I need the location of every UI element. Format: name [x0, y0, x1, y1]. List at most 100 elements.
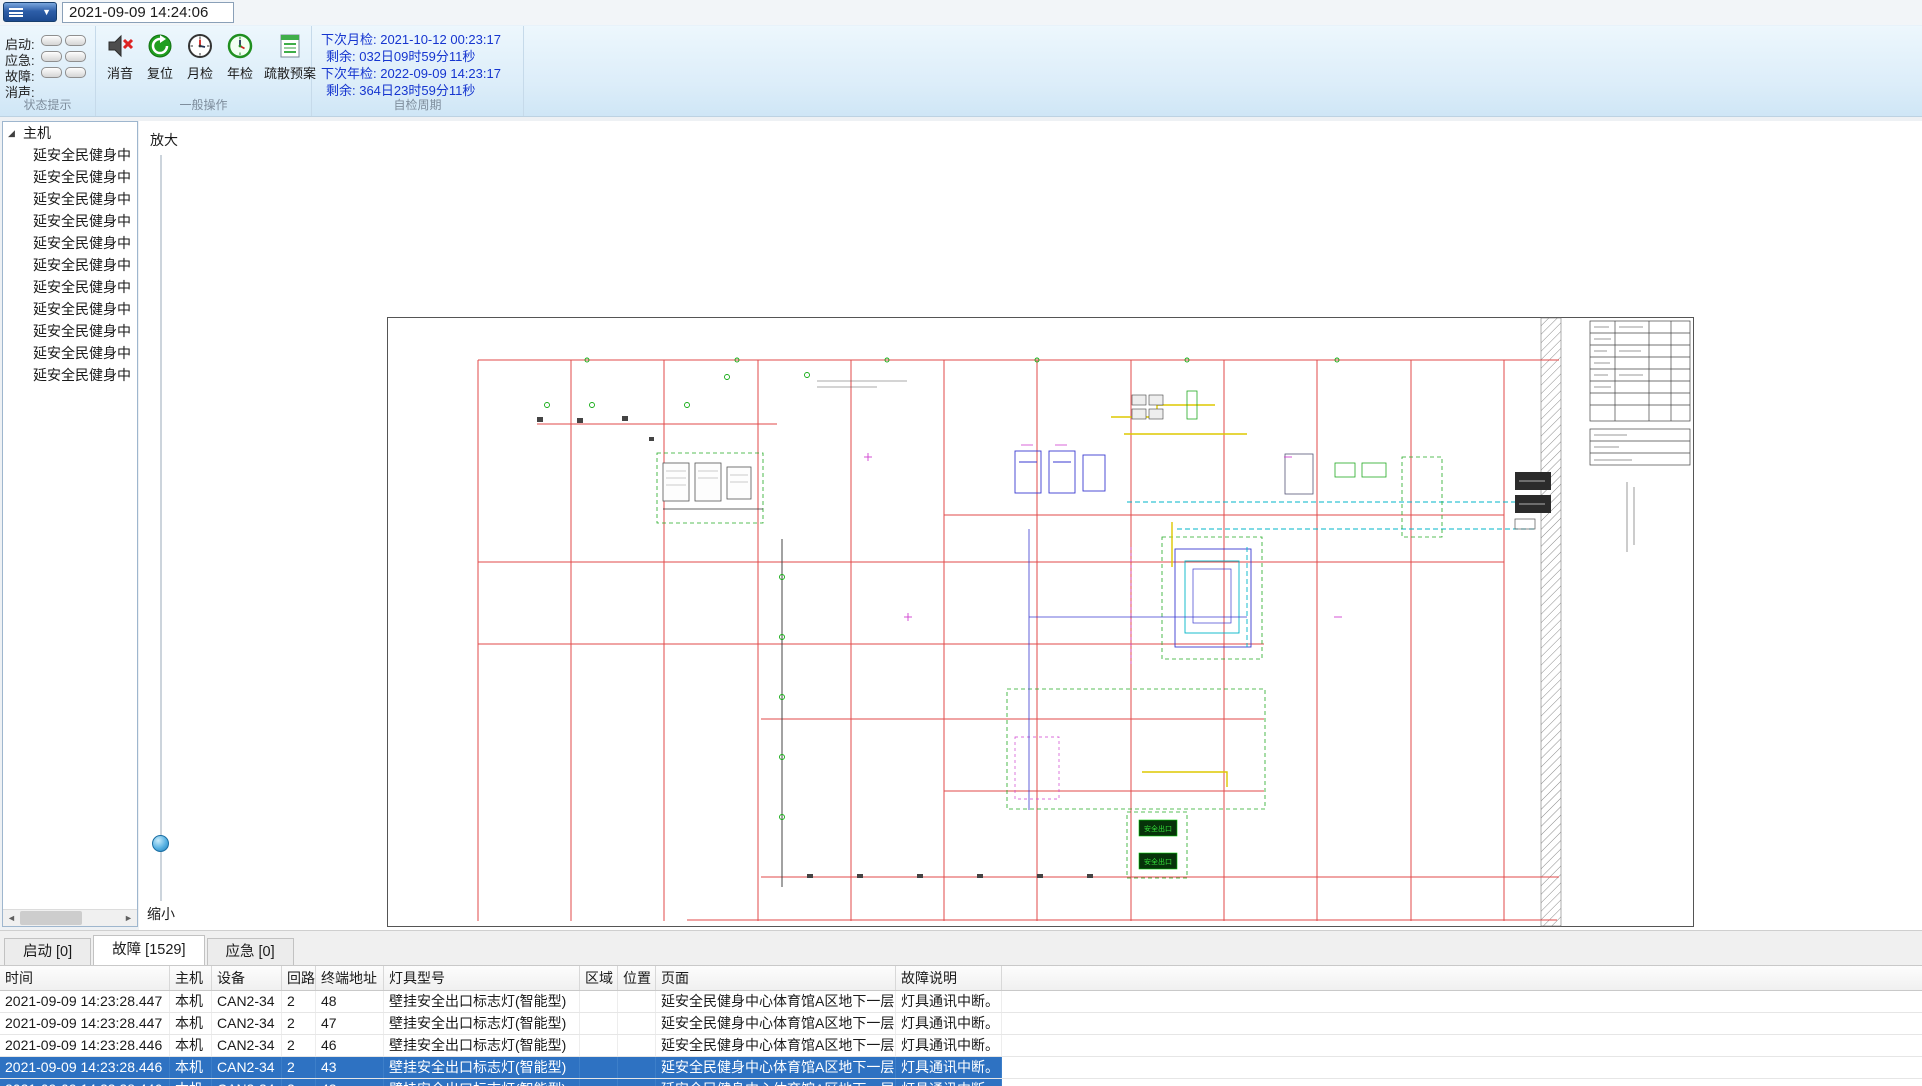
tab-fault[interactable]: 故障 [1529]: [93, 935, 204, 965]
col-terminal-address[interactable]: 终端地址: [316, 966, 384, 990]
cell-page: 延安全民健身中心体育馆A区地下一层: [656, 1013, 896, 1034]
toolbar: 启动: 应急: 故障: 消声: 状态提示: [0, 25, 1922, 117]
tree-item[interactable]: 延安全民健身中: [3, 298, 137, 320]
cell-time: 2021-09-09 14:23:28.446: [0, 1079, 170, 1086]
cell-loop: 2: [282, 1035, 316, 1056]
cell-terminal: 46: [316, 1035, 384, 1056]
cell-fault: 灯具通讯中断。: [896, 1035, 1002, 1056]
tree-item[interactable]: 延安全民健身中: [3, 232, 137, 254]
fault-table-header: 时间 主机 设备 回路 终端地址 灯具型号 区域 位置 页面 故障说明: [0, 965, 1922, 991]
monthly-check-button[interactable]: 月检: [180, 31, 220, 82]
tree-item[interactable]: 延安全民健身中: [3, 342, 137, 364]
cell-area: [580, 1035, 618, 1056]
col-fault-description[interactable]: 故障说明: [896, 966, 1002, 990]
zoom-in-label[interactable]: 放大: [150, 130, 178, 150]
scroll-left-icon[interactable]: ◄: [3, 910, 20, 926]
tree-item[interactable]: 延安全民健身中: [3, 210, 137, 232]
cell-time: 2021-09-09 14:23:28.446: [0, 1057, 170, 1078]
status-row-fault: 故障:: [5, 66, 35, 81]
reset-button-label: 复位: [147, 63, 173, 82]
cell-device: CAN2-34: [212, 1057, 282, 1078]
annual-check-button[interactable]: 年检: [220, 31, 260, 82]
col-area[interactable]: 区域: [580, 966, 618, 990]
cell-loop: 2: [282, 1079, 316, 1086]
tree-horizontal-scrollbar[interactable]: ◄ ►: [3, 909, 137, 926]
cell-area: [580, 991, 618, 1012]
reset-button[interactable]: 复位: [140, 31, 180, 82]
cell-device: CAN2-34: [212, 991, 282, 1012]
cell-fault: 灯具通讯中断。: [896, 991, 1002, 1012]
cell-position: [618, 1035, 656, 1056]
fault-row[interactable]: 2021-09-09 14:23:28.447本机CAN2-34248壁挂安全出…: [0, 991, 1922, 1013]
col-device[interactable]: 设备: [212, 966, 282, 990]
tree-item[interactable]: 延安全民健身中: [3, 144, 137, 166]
clock-display: 2021-09-09 14:24:06: [62, 2, 234, 23]
tree-root-host[interactable]: ◢ 主机: [3, 122, 137, 144]
col-lamp-model[interactable]: 灯具型号: [384, 966, 580, 990]
selfcheck-group: 下次月检: 2021-10-12 00:23:17 剩余: 032日09时59分…: [312, 26, 524, 116]
fault-row[interactable]: 2021-09-09 14:23:28.446本机CAN2-34243壁挂安全出…: [0, 1057, 1922, 1079]
col-page[interactable]: 页面: [656, 966, 896, 990]
cell-area: [580, 1013, 618, 1034]
cell-fault: 灯具通讯中断。: [896, 1057, 1002, 1078]
tab-start[interactable]: 启动 [0]: [4, 938, 91, 965]
cell-filler: [1002, 991, 1922, 1012]
cell-area: [580, 1057, 618, 1078]
col-time[interactable]: 时间: [0, 966, 170, 990]
status-group: 启动: 应急: 故障: 消声: 状态提示: [0, 26, 96, 116]
tree-item[interactable]: 延安全民健身中: [3, 166, 137, 188]
fault-row[interactable]: 2021-09-09 14:23:28.446本机CAN2-34246壁挂安全出…: [0, 1035, 1922, 1057]
scrollbar-thumb[interactable]: [20, 911, 82, 925]
annual-check-icon: [225, 31, 255, 61]
cell-page: 延安全民健身中心体育馆A区地下一层: [656, 991, 896, 1012]
next-monthly-check-text: 下次月检: 2021-10-12 00:23:17: [321, 31, 501, 48]
evacuation-plan-button[interactable]: 疏散预案: [260, 31, 320, 82]
cell-model: 壁挂安全出口标志灯(智能型): [384, 1013, 580, 1034]
status-row-start: 启动:: [5, 34, 35, 49]
cell-fault: 灯具通讯中断。: [896, 1079, 1002, 1086]
cell-terminal: 42: [316, 1079, 384, 1086]
tree-item[interactable]: 延安全民健身中: [3, 364, 137, 386]
tab-emergency[interactable]: 应急 [0]: [207, 938, 294, 965]
tree-item[interactable]: 延安全民健身中: [3, 320, 137, 342]
cell-time: 2021-09-09 14:23:28.447: [0, 1013, 170, 1034]
cell-model: 壁挂安全出口标志灯(智能型): [384, 991, 580, 1012]
status-indicator: [41, 67, 62, 78]
scroll-right-icon[interactable]: ►: [120, 910, 137, 926]
zoom-out-label[interactable]: 缩小: [147, 904, 175, 924]
cell-device: CAN2-34: [212, 1079, 282, 1086]
cell-model: 壁挂安全出口标志灯(智能型): [384, 1057, 580, 1078]
expander-icon[interactable]: ◢: [8, 122, 15, 144]
cell-device: CAN2-34: [212, 1035, 282, 1056]
mute-icon: [105, 31, 135, 61]
zoom-slider-track[interactable]: [160, 155, 162, 901]
event-tabs: 启动 [0] 故障 [1529] 应急 [0]: [4, 935, 296, 965]
cell-filler: [1002, 1079, 1922, 1086]
zoom-slider-thumb[interactable]: [152, 835, 169, 852]
tree-item[interactable]: 延安全民健身中: [3, 188, 137, 210]
plan-canvas[interactable]: 放大 缩小: [139, 121, 1922, 930]
cell-time: 2021-09-09 14:23:28.447: [0, 991, 170, 1012]
mute-button[interactable]: 消音: [100, 31, 140, 82]
svg-text:安全出口: 安全出口: [1144, 857, 1172, 866]
app-menu-button[interactable]: ▼: [3, 2, 57, 22]
cell-loop: 2: [282, 1057, 316, 1078]
cell-loop: 2: [282, 991, 316, 1012]
status-indicator: [65, 67, 86, 78]
mute-button-label: 消音: [107, 63, 133, 82]
evacuation-plan-button-label: 疏散预案: [264, 63, 316, 82]
col-position[interactable]: 位置: [618, 966, 656, 990]
floor-plan-drawing: 安全出口 安全出口: [387, 317, 1694, 927]
status-indicator: [65, 35, 86, 46]
fault-row[interactable]: 2021-09-09 14:23:28.446本机CAN2-34242壁挂安全出…: [0, 1079, 1922, 1086]
col-host[interactable]: 主机: [170, 966, 212, 990]
monthly-check-button-label: 月检: [187, 63, 213, 82]
tree-item[interactable]: 延安全民健身中: [3, 254, 137, 276]
col-loop[interactable]: 回路: [282, 966, 316, 990]
next-annual-check-text: 下次年检: 2022-09-09 14:23:17: [321, 65, 501, 82]
tree-item[interactable]: 延安全民健身中: [3, 276, 137, 298]
cell-terminal: 47: [316, 1013, 384, 1034]
cell-host: 本机: [170, 1035, 212, 1056]
fault-row[interactable]: 2021-09-09 14:23:28.447本机CAN2-34247壁挂安全出…: [0, 1013, 1922, 1035]
cell-host: 本机: [170, 991, 212, 1012]
